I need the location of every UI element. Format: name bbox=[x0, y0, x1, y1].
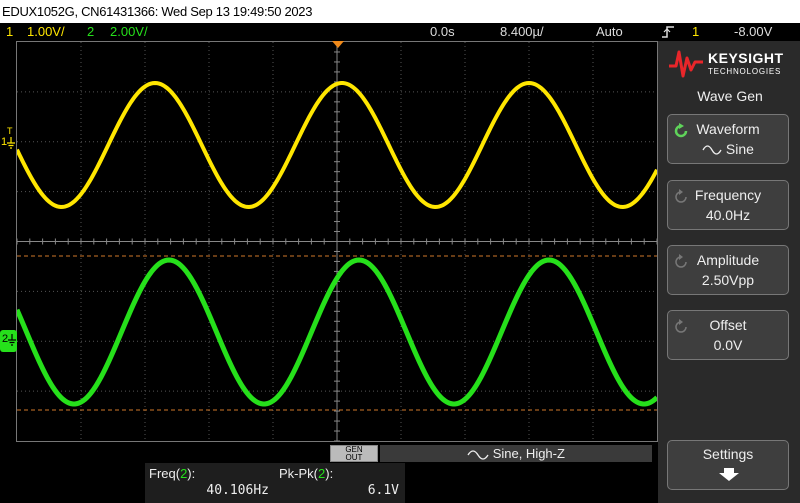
gen-info-bar: Sine, High-Z bbox=[380, 445, 652, 462]
waveform-value: Sine bbox=[668, 141, 788, 157]
status-bar: 1 1.00V/ 2 2.00V/ 0.0s 8.400µ/ Auto 1 -8… bbox=[0, 23, 800, 41]
measurement-pkpk[interactable]: Pk-Pk(2): 6.1V bbox=[275, 463, 405, 503]
trigger-position-icon[interactable] bbox=[332, 41, 344, 49]
measurement-value: 6.1V bbox=[367, 483, 399, 498]
offset-label: Offset bbox=[709, 317, 747, 333]
amplitude-label: Amplitude bbox=[696, 252, 760, 268]
ch1-scale[interactable]: 1.00V/ bbox=[27, 23, 65, 41]
ch1-ground-marker[interactable]: T 1 bbox=[0, 126, 16, 153]
waveform-label: Waveform bbox=[696, 121, 760, 137]
frequency-softkey[interactable]: Frequency 40.0Hz bbox=[667, 180, 789, 230]
measurement-name: Pk-Pk(2): bbox=[279, 466, 334, 481]
ch1-number[interactable]: 1 bbox=[6, 23, 13, 41]
frequency-value: 40.0Hz bbox=[705, 207, 751, 223]
ch2-number[interactable]: 2 bbox=[87, 23, 94, 41]
offset-softkey[interactable]: Offset 0.0V bbox=[667, 310, 789, 360]
menu-title: Wave Gen bbox=[697, 88, 763, 104]
frequency-label: Frequency bbox=[694, 187, 762, 203]
trigger-level[interactable]: -8.00V bbox=[734, 23, 772, 41]
delay-readout[interactable]: 0.0s bbox=[430, 23, 455, 41]
ch2-ground-marker[interactable]: 2 bbox=[0, 330, 17, 352]
arrow-down-icon bbox=[719, 468, 739, 481]
measurement-name: Freq(2): bbox=[149, 466, 196, 481]
ch1-trigger-marker: T bbox=[7, 126, 13, 136]
waveform-display[interactable] bbox=[16, 41, 658, 442]
settings-label: Settings bbox=[702, 446, 754, 462]
gen-bar-left bbox=[0, 445, 330, 462]
trigger-channel[interactable]: 1 bbox=[692, 23, 699, 41]
gen-info-text: Sine, High-Z bbox=[492, 446, 565, 461]
keysight-wave-icon bbox=[669, 50, 703, 78]
measurement-freq[interactable]: Freq(2): 40.106Hz bbox=[145, 463, 275, 503]
measurement-value: 40.106Hz bbox=[206, 483, 269, 498]
keysight-logo: KEYSIGHT TECHNOLOGIES bbox=[668, 46, 792, 82]
logo-brand: KEYSIGHT bbox=[708, 50, 784, 66]
gen-out-indicator[interactable]: GEN OUT bbox=[330, 445, 378, 462]
sine-icon bbox=[467, 449, 489, 460]
settings-softkey[interactable]: Settings bbox=[667, 440, 789, 490]
offset-value: 0.0V bbox=[713, 337, 743, 353]
logo-sub: TECHNOLOGIES bbox=[708, 67, 782, 76]
sine-icon bbox=[702, 145, 722, 155]
acq-mode[interactable]: Auto bbox=[596, 23, 623, 41]
amplitude-value: 2.50Vpp bbox=[701, 272, 755, 288]
amplitude-softkey[interactable]: Amplitude 2.50Vpp bbox=[667, 245, 789, 295]
timebase-readout[interactable]: 8.400µ/ bbox=[500, 23, 544, 41]
title-bar: EDUX1052G, CN61431366: Wed Sep 13 19:49:… bbox=[0, 0, 800, 23]
waveform-softkey[interactable]: Waveform Sine bbox=[667, 114, 789, 164]
ch2-scale[interactable]: 2.00V/ bbox=[110, 23, 148, 41]
